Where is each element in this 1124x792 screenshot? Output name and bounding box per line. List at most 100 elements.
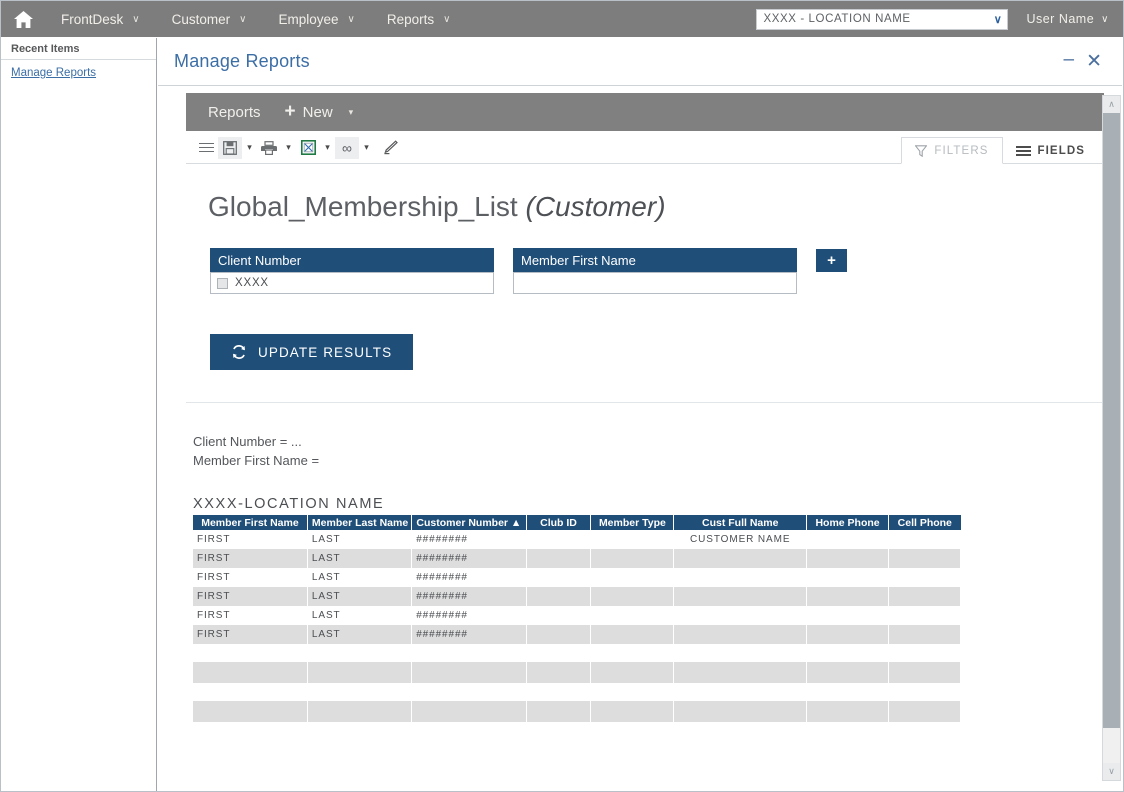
table-row[interactable] bbox=[193, 644, 961, 662]
minimize-button[interactable]: – bbox=[1064, 50, 1075, 69]
edit-pencil-icon[interactable] bbox=[378, 137, 402, 159]
infinity-icon[interactable]: ∞ bbox=[335, 136, 359, 159]
save-icon[interactable] bbox=[218, 136, 242, 159]
table-row[interactable]: FIRST LAST ######## bbox=[193, 568, 961, 587]
excel-export-icon[interactable] bbox=[296, 137, 320, 159]
nav-item-frontdesk[interactable]: FrontDesk ∨ bbox=[45, 1, 156, 37]
print-dropdown-caret[interactable]: ▾ bbox=[281, 137, 296, 159]
filter-member-first-name-input[interactable] bbox=[513, 272, 797, 294]
add-filter-button[interactable]: + bbox=[816, 249, 847, 272]
table-row[interactable] bbox=[193, 662, 961, 683]
edit-pencil-glyph bbox=[384, 140, 398, 155]
scroll-down-button[interactable]: ∨ bbox=[1103, 763, 1120, 780]
report-title-entity: (Customer) bbox=[525, 191, 666, 222]
infinity-dropdown-caret[interactable]: ▾ bbox=[359, 137, 374, 159]
table-cell: FIRST bbox=[193, 568, 308, 587]
table-cell: FIRST bbox=[193, 530, 308, 549]
table-cell bbox=[411, 683, 527, 701]
nav-item-customer[interactable]: Customer ∨ bbox=[156, 1, 263, 37]
table-cell bbox=[673, 587, 808, 606]
sidebar-item-label: Manage Reports bbox=[11, 67, 97, 79]
table-cell bbox=[888, 568, 961, 587]
list-lines-icon bbox=[1015, 144, 1031, 158]
column-header[interactable]: Home Phone bbox=[806, 515, 890, 530]
column-header[interactable]: Customer Number ▲ bbox=[411, 515, 527, 530]
save-dropdown-caret[interactable]: ▾ bbox=[242, 137, 257, 159]
filter-client-number-input[interactable]: XXXX bbox=[210, 272, 494, 294]
new-report-dropdown[interactable]: ▾ bbox=[347, 93, 364, 131]
table-row[interactable]: FIRST LAST ######## bbox=[193, 606, 961, 625]
tab-filters-label: FILTERS bbox=[934, 144, 989, 157]
table-cell bbox=[307, 644, 412, 662]
table-row[interactable] bbox=[193, 683, 961, 701]
scroll-up-button[interactable]: ∧ bbox=[1103, 96, 1120, 113]
tab-filters[interactable]: FILTERS bbox=[901, 137, 1003, 164]
criteria-line: Client Number = ... bbox=[193, 434, 302, 449]
table-cell: ######## bbox=[411, 530, 527, 549]
column-header[interactable]: Cust Full Name bbox=[673, 515, 808, 530]
tab-fields-label: FIELDS bbox=[1037, 144, 1085, 157]
filter-client-number-value: XXXX bbox=[235, 277, 269, 289]
table-cell bbox=[590, 587, 675, 606]
page-header: Manage Reports – ✕ bbox=[158, 38, 1122, 86]
table-cell bbox=[590, 701, 675, 722]
location-select[interactable]: XXXX - LOCATION NAME ∨ bbox=[756, 8, 1009, 30]
chevron-down-icon: ∨ bbox=[1101, 13, 1109, 25]
table-cell bbox=[888, 587, 961, 606]
table-cell bbox=[806, 587, 890, 606]
column-header[interactable]: Member Type bbox=[590, 515, 675, 530]
print-icon[interactable] bbox=[257, 137, 281, 159]
table-row[interactable]: FIRST LAST ######## bbox=[193, 625, 961, 644]
table-cell bbox=[526, 662, 592, 683]
user-menu[interactable]: User Name ∨ bbox=[1008, 12, 1123, 26]
table-row[interactable]: FIRST LAST ######## CUSTOMER NAME bbox=[193, 530, 961, 549]
update-results-button[interactable]: UPDATE RESULTS bbox=[210, 334, 414, 370]
nav-item-reports[interactable]: Reports ∨ bbox=[371, 1, 467, 37]
table-cell bbox=[806, 701, 890, 722]
excel-export-glyph bbox=[300, 140, 316, 155]
table-cell bbox=[526, 587, 592, 606]
table-cell: ######## bbox=[411, 606, 527, 625]
table-cell: FIRST bbox=[193, 587, 308, 606]
nav-item-label: Reports bbox=[386, 11, 435, 27]
table-cell bbox=[193, 662, 308, 683]
table-cell bbox=[673, 549, 808, 568]
vertical-scrollbar[interactable]: ∧ ∨ bbox=[1102, 95, 1121, 781]
table-cell: ######## bbox=[411, 625, 527, 644]
chevron-down-icon: ∨ bbox=[239, 13, 247, 25]
report-toolbar: Reports + New ▾ bbox=[186, 93, 1104, 131]
nav-item-label: Customer bbox=[171, 11, 231, 27]
table-cell: FIRST bbox=[193, 549, 308, 568]
column-header[interactable]: Member Last Name bbox=[307, 515, 413, 530]
sidebar-item-manage-reports[interactable]: Manage Reports bbox=[1, 60, 156, 86]
column-header[interactable]: Club ID bbox=[526, 515, 592, 530]
column-header[interactable]: Member First Name bbox=[193, 515, 308, 530]
table-row[interactable]: FIRST LAST ######## bbox=[193, 587, 961, 606]
table-cell bbox=[673, 606, 808, 625]
nav-item-employee[interactable]: Employee ∨ bbox=[262, 1, 370, 37]
table-row[interactable] bbox=[193, 701, 961, 722]
close-button[interactable]: ✕ bbox=[1086, 52, 1102, 71]
list-menu-glyph bbox=[198, 140, 214, 154]
scrollbar-thumb[interactable] bbox=[1103, 113, 1120, 728]
sidebar: Recent Items Manage Reports bbox=[1, 38, 157, 791]
table-cell: LAST bbox=[307, 549, 413, 568]
tab-fields[interactable]: FIELDS bbox=[1003, 137, 1099, 164]
table-cell bbox=[888, 549, 961, 568]
report-icon-toolbar: ▾ ▾ ▾ ∞ ▾ FILTERS FIELDS bbox=[186, 131, 1104, 164]
filter-checkbox-icon[interactable] bbox=[217, 277, 228, 289]
table-cell bbox=[590, 644, 674, 662]
reports-menu-button[interactable]: Reports bbox=[198, 93, 271, 131]
table-cell bbox=[411, 662, 527, 683]
table-row[interactable]: FIRST LAST ######## bbox=[193, 549, 961, 568]
table-cell: LAST bbox=[307, 625, 413, 644]
table-cell bbox=[411, 644, 527, 662]
content-area: Reports + New ▾ ▾ ▾ ▾ ∞ ▾ FILTERS FIELDS… bbox=[158, 87, 1122, 791]
column-header[interactable]: Cell Phone bbox=[888, 515, 961, 530]
excel-dropdown-caret[interactable]: ▾ bbox=[320, 137, 335, 159]
table-cell: ######## bbox=[411, 549, 527, 568]
new-report-button[interactable]: + New bbox=[275, 93, 343, 131]
home-button[interactable] bbox=[1, 1, 45, 37]
list-menu-icon[interactable] bbox=[194, 137, 218, 159]
table-cell bbox=[526, 530, 592, 549]
